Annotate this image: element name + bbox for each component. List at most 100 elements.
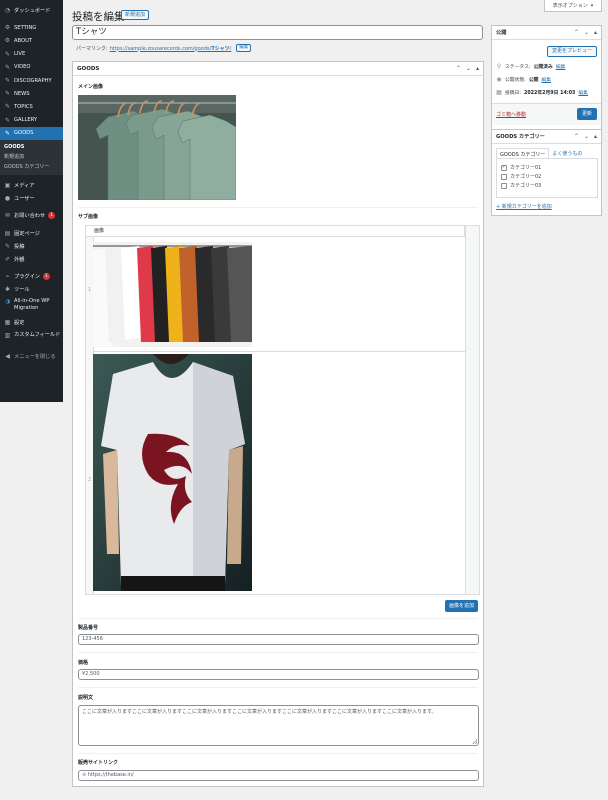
add-image-row-button[interactable]: 画像を追加 <box>445 600 479 612</box>
admin-sidebar: ◔ ダッシュボード ⚙ SETTING ⚙ ABOUT ✎ LIVE ✎ VIDEO ✎ D… <box>0 0 63 402</box>
tab-popular-categories[interactable]: よく使うもの <box>549 148 585 158</box>
category-item[interactable]: カテゴリー03 <box>501 181 593 190</box>
status-edit-link[interactable]: 編集 <box>556 63 566 70</box>
shop-link-label: 販売サイトリンク <box>78 760 119 766</box>
settings-icon: ▦ <box>4 319 11 327</box>
goods-submenu: GOODS 新規追加 GOODS カテゴリー <box>0 139 63 175</box>
notification-badge: 1 <box>48 212 56 220</box>
toggle-panel-icon[interactable]: ▴ <box>594 29 597 36</box>
gear-icon: ⚙ <box>4 37 11 45</box>
brush-icon: ✐ <box>4 255 11 263</box>
screen-options-button[interactable]: 表示オプション ▾ <box>544 0 602 12</box>
product-no-input[interactable]: 123-456 <box>78 634 479 645</box>
sidebar-item-goods[interactable]: ✎ GOODS <box>0 126 63 140</box>
move-up-icon[interactable]: ⌃ <box>574 133 579 140</box>
drag-handle-icon[interactable]: 2 <box>88 477 91 483</box>
dashboard-icon: ◔ <box>4 7 11 15</box>
status-row: ⚲ ステータス: 公開済み 編集 <box>496 63 566 70</box>
move-up-icon[interactable]: ⌃ <box>574 29 579 36</box>
category-checklist: ✓ カテゴリー01 カテゴリー02 カテゴリー03 <box>496 158 598 198</box>
sidebar-item-gallery[interactable]: ✎ GALLERY <box>0 114 63 127</box>
sidebar-item-plugins[interactable]: ⌁ プラグイン 1 <box>0 270 63 283</box>
goods-meta-box: GOODS ⌃ ⌄ ▴ メイン画像 サブ画像 画像 1 2 画像を追加 製品番号… <box>72 61 484 787</box>
checkbox-checked[interactable]: ✓ <box>501 164 507 171</box>
pin-icon: ✎ <box>4 103 11 111</box>
submenu-add-new[interactable]: 新規追加 <box>0 152 63 162</box>
post-title-input[interactable]: Tシャツ <box>72 25 483 40</box>
sidebar-item-discography[interactable]: ✎ DISCOGRAPHY <box>0 74 63 87</box>
sidebar-item-users[interactable]: ● ユーザー <box>0 192 63 205</box>
wrench-icon: ✱ <box>4 286 11 294</box>
price-input[interactable]: ¥2,500 <box>78 669 479 680</box>
pin-icon: ✎ <box>4 50 11 58</box>
sidebar-item-about[interactable]: ⚙ ABOUT <box>0 34 63 47</box>
pin-icon: ✎ <box>4 116 11 124</box>
notification-badge: 1 <box>42 273 50 281</box>
drag-handle-icon[interactable]: 1 <box>88 287 91 293</box>
move-down-icon[interactable]: ⌄ <box>466 65 471 72</box>
sub-image-1[interactable] <box>93 242 252 347</box>
category-item[interactable]: カテゴリー02 <box>501 172 593 181</box>
add-new-category-link[interactable]: + 新規カテゴリーを追加 <box>496 203 552 210</box>
sidebar-item-tools[interactable]: ✱ ツール <box>0 283 63 296</box>
user-icon: ● <box>4 195 11 203</box>
toggle-panel-icon[interactable]: ▴ <box>594 133 597 140</box>
move-down-icon[interactable]: ⌄ <box>584 133 589 140</box>
sidebar-item-topics[interactable]: ✎ TOPICS <box>0 100 63 113</box>
checkbox[interactable] <box>501 182 507 189</box>
pin-icon: ✎ <box>4 129 11 137</box>
shop-link-input[interactable]: ⊕ https://thebase.in/ <box>78 770 479 781</box>
product-no-label: 製品番号 <box>78 625 99 631</box>
add-new-button[interactable]: 新規追加 <box>121 10 150 20</box>
pin-icon: ✎ <box>4 242 11 250</box>
move-down-icon[interactable]: ⌄ <box>584 29 589 36</box>
submenu-goods[interactable]: GOODS <box>0 142 63 152</box>
sub-image-2[interactable] <box>93 354 252 591</box>
category-box-header: GOODS カテゴリー ⌃ ⌄ ▴ <box>492 130 601 144</box>
resize-handle-icon[interactable] <box>472 739 477 744</box>
move-up-icon[interactable]: ⌃ <box>456 65 461 72</box>
pin-icon: ⚲ <box>496 63 502 70</box>
submenu-goods-category[interactable]: GOODS カテゴリー <box>0 162 63 172</box>
page-title: 投稿を編集 <box>72 11 125 23</box>
page-icon: ▤ <box>4 229 11 237</box>
repeater-column-header: 画像 <box>86 226 479 237</box>
row-actions <box>465 226 479 594</box>
permalink-edit-button[interactable]: 編集 <box>236 44 252 52</box>
sidebar-collapse-menu[interactable]: ◀ メニューを閉じる <box>0 350 63 363</box>
description-textarea[interactable]: ここに文章が入りますここに文章が入りますここに文章が入りますここに文章が入ります… <box>78 705 479 746</box>
toggle-panel-icon[interactable]: ▴ <box>476 65 479 72</box>
plugin-icon: ⌁ <box>5 273 10 281</box>
visibility-edit-link[interactable]: 編集 <box>541 76 551 83</box>
pin-icon: ✎ <box>4 63 11 71</box>
visibility-row: ◉ 公開状態: 公開 編集 <box>496 76 552 83</box>
permalink-link[interactable]: https://sample.zousarecords.com/goods/Tシ… <box>110 45 232 52</box>
main-image[interactable] <box>78 95 236 200</box>
sidebar-item-news[interactable]: ✎ NEWS <box>0 87 63 100</box>
sidebar-item-custom-fields[interactable]: ▥ カスタムフィールド <box>0 330 63 350</box>
sidebar-item-contact[interactable]: ✉ お問い合わせ 1 <box>0 209 63 222</box>
sidebar-item-posts[interactable]: ✎ 投稿 <box>0 240 63 253</box>
tab-all-categories[interactable]: GOODS カテゴリー <box>496 148 550 158</box>
update-button[interactable]: 更新 <box>576 108 597 120</box>
sidebar-item-settings[interactable]: ▦ 設定 <box>0 316 63 329</box>
category-item[interactable]: ✓ カテゴリー01 <box>501 163 593 172</box>
move-to-trash-link[interactable]: ゴミ箱へ移動 <box>496 111 526 118</box>
sidebar-item-media[interactable]: ▣ メディア <box>0 179 63 192</box>
sidebar-item-live[interactable]: ✎ LIVE <box>0 48 63 61</box>
date-edit-link[interactable]: 編集 <box>578 89 588 96</box>
category-tabs: GOODS カテゴリー よく使うもの <box>496 148 585 158</box>
collapse-icon: ◀ <box>5 352 10 360</box>
sidebar-item-dashboard[interactable]: ◔ ダッシュボード <box>0 4 63 17</box>
sidebar-item-setting[interactable]: ⚙ SETTING <box>0 21 63 34</box>
publish-box-header: 公開 ⌃ ⌄ ▴ <box>492 26 601 40</box>
sidebar-item-migration[interactable]: ◑ All-in-One WP Migration <box>0 296 63 316</box>
sidebar-item-appearance[interactable]: ✐ 外観 <box>0 253 63 266</box>
permalink: パーマリンク: https://sample.zousarecords.com/… <box>76 44 252 52</box>
sidebar-item-video[interactable]: ✎ VIDEO <box>0 61 63 74</box>
sidebar-item-pages[interactable]: ▤ 固定ページ <box>0 226 63 239</box>
publish-actions: ゴミ箱へ移動 更新 <box>492 103 601 125</box>
preview-changes-button[interactable]: 変更をプレビュー <box>546 46 597 57</box>
checkbox[interactable] <box>501 173 507 180</box>
main-image-label: メイン画像 <box>78 84 104 90</box>
